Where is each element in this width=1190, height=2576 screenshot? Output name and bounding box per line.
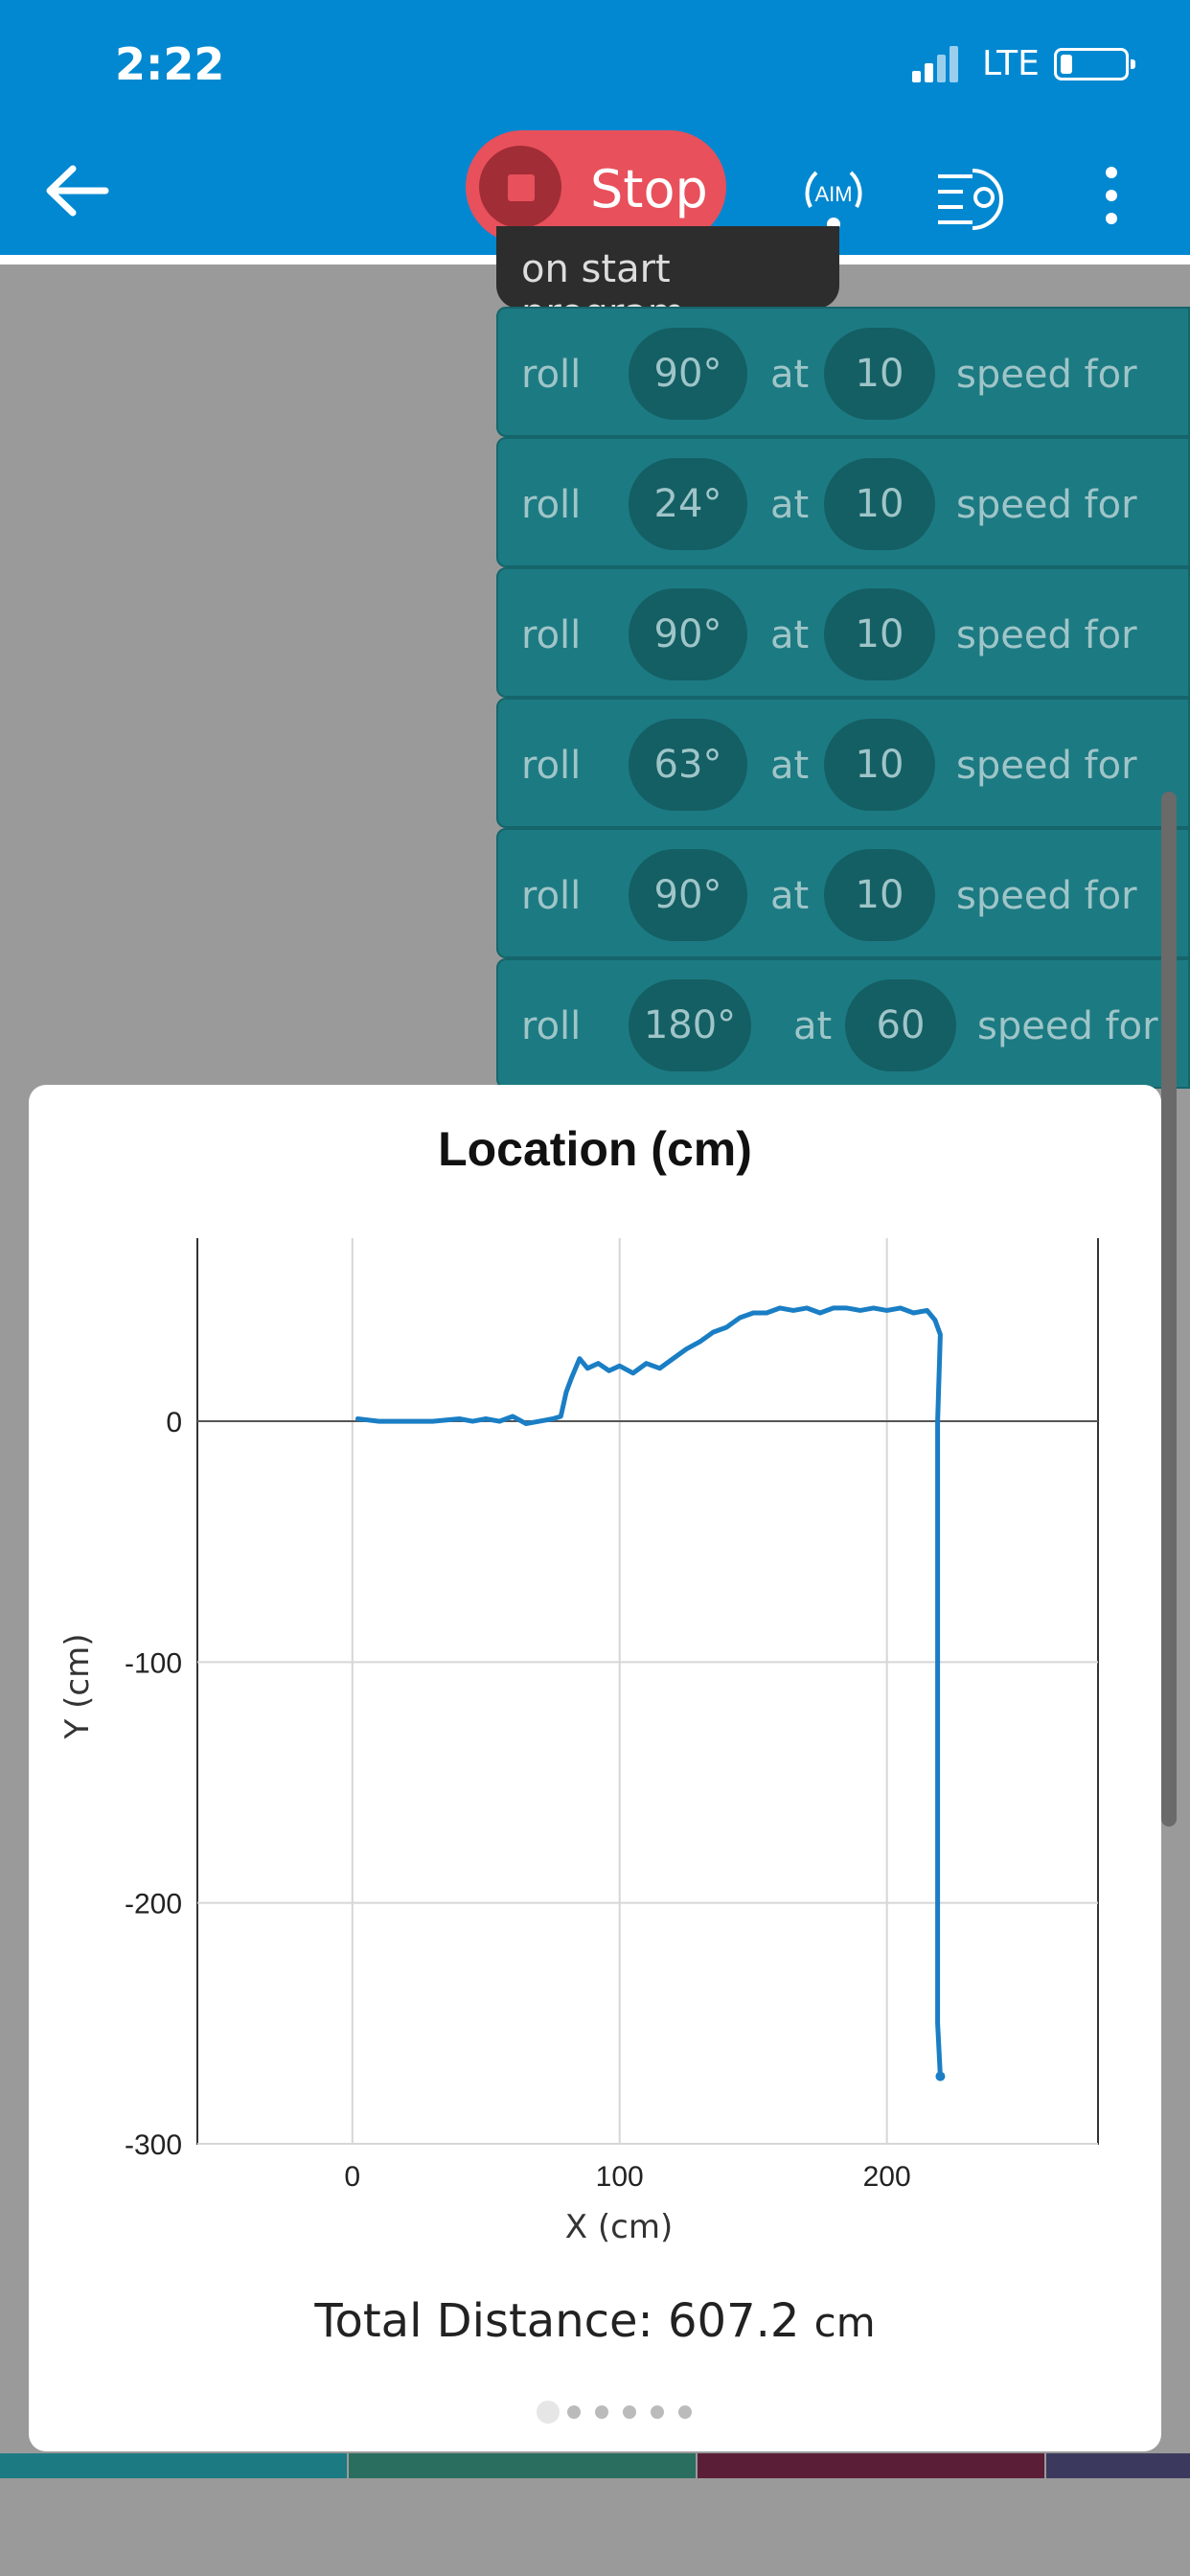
total-distance-unit: cm: [813, 2299, 876, 2346]
x-axis-label: X (cm): [565, 2208, 673, 2246]
heading-field[interactable]: 24°: [629, 458, 747, 550]
roll-block[interactable]: roll 63° at 10 speed for: [496, 698, 1190, 828]
more-vert-icon[interactable]: [1092, 157, 1131, 234]
heading-field[interactable]: 90°: [629, 328, 747, 420]
y-tick-label: -300: [125, 2129, 182, 2161]
modal-title: Location (cm): [438, 1122, 752, 1176]
signal-icon: [912, 46, 958, 82]
block-at-label: at: [793, 1004, 833, 1048]
heading-field[interactable]: 90°: [629, 588, 747, 680]
page-dot[interactable]: [537, 2401, 560, 2424]
y-tick-label: -200: [125, 1889, 182, 1920]
block-at-label: at: [770, 353, 810, 397]
block-suffix: speed for: [956, 744, 1137, 788]
stop-label: Stop: [590, 159, 708, 219]
status-bar: 2:22 LTE: [0, 0, 1190, 128]
scrollbar[interactable]: [1161, 792, 1177, 1827]
speed-field[interactable]: 10: [824, 458, 935, 550]
speed-field[interactable]: 10: [824, 849, 935, 941]
aim-label: AIM: [814, 182, 852, 206]
block-command: roll: [521, 1004, 582, 1048]
page-dot[interactable]: [567, 2405, 581, 2419]
page-dot[interactable]: [678, 2405, 692, 2419]
speed-field[interactable]: 10: [824, 719, 935, 811]
plot-frame: [196, 1238, 1099, 2145]
block-at-label: at: [770, 874, 810, 918]
speed-field[interactable]: 10: [824, 328, 935, 420]
roll-block[interactable]: roll 90° at 10 speed for: [496, 828, 1190, 958]
x-tick-label: 200: [863, 2161, 911, 2193]
y-axis-label: Y (cm): [58, 1634, 97, 1740]
clock: 2:22: [115, 38, 225, 90]
block-command: roll: [521, 874, 582, 918]
location-modal: Location (cm) 0 100 200 0 -100 -200 -300 X (cm)…: [29, 1085, 1161, 2451]
page-indicator[interactable]: [508, 2398, 699, 2425]
sensor-lines-icon[interactable]: [934, 157, 1011, 234]
roll-block[interactable]: roll 180° at 60 speed for: [496, 958, 1190, 1089]
arrow-left-icon[interactable]: [38, 157, 115, 224]
speed-field[interactable]: 10: [824, 588, 935, 680]
block-command: roll: [521, 353, 582, 397]
roll-block[interactable]: roll 90° at 10 speed for: [496, 307, 1190, 437]
block-command: roll: [521, 613, 582, 657]
x-tick-label: 100: [596, 2161, 644, 2193]
roll-block[interactable]: roll 90° at 10 speed for: [496, 567, 1190, 698]
x-tick-label: 0: [344, 2161, 360, 2193]
speed-field[interactable]: 60: [845, 979, 956, 1071]
block-suffix: speed for: [956, 483, 1137, 527]
page-dot[interactable]: [623, 2405, 636, 2419]
block-at-label: at: [770, 613, 810, 657]
total-distance: Total Distance: 607.2 cm: [29, 2294, 1161, 2348]
page-dot[interactable]: [651, 2405, 664, 2419]
stop-icon: [479, 146, 561, 228]
total-distance-value: Total Distance: 607.2: [314, 2294, 800, 2348]
block-at-label: at: [770, 744, 810, 788]
block-suffix: speed for: [956, 613, 1137, 657]
location-chart: 0 100 200 0 -100 -200 -300 X (cm) Y (cm): [58, 1238, 1099, 2246]
category-strip: [0, 2453, 1190, 2478]
roll-block[interactable]: roll 24° at 10 speed for: [496, 437, 1190, 567]
page-dot[interactable]: [595, 2405, 608, 2419]
block-suffix: speed for: [956, 353, 1137, 397]
heading-field[interactable]: 180°: [629, 979, 751, 1071]
block-suffix: speed for: [977, 1004, 1158, 1048]
heading-field[interactable]: 63°: [629, 719, 747, 811]
y-tick-label: -100: [125, 1647, 182, 1679]
network-type: LTE: [982, 44, 1040, 83]
block-command: roll: [521, 483, 582, 527]
heading-field[interactable]: 90°: [629, 849, 747, 941]
block-suffix: speed for: [956, 874, 1137, 918]
block-at-label: at: [770, 483, 810, 527]
path-end-point: [935, 2071, 946, 2082]
y-tick-label: 0: [166, 1407, 182, 1438]
aim-icon[interactable]: AIM: [795, 157, 872, 234]
start-block[interactable]: on start program: [496, 226, 839, 335]
battery-icon: [1054, 48, 1135, 80]
block-command: roll: [521, 744, 582, 788]
